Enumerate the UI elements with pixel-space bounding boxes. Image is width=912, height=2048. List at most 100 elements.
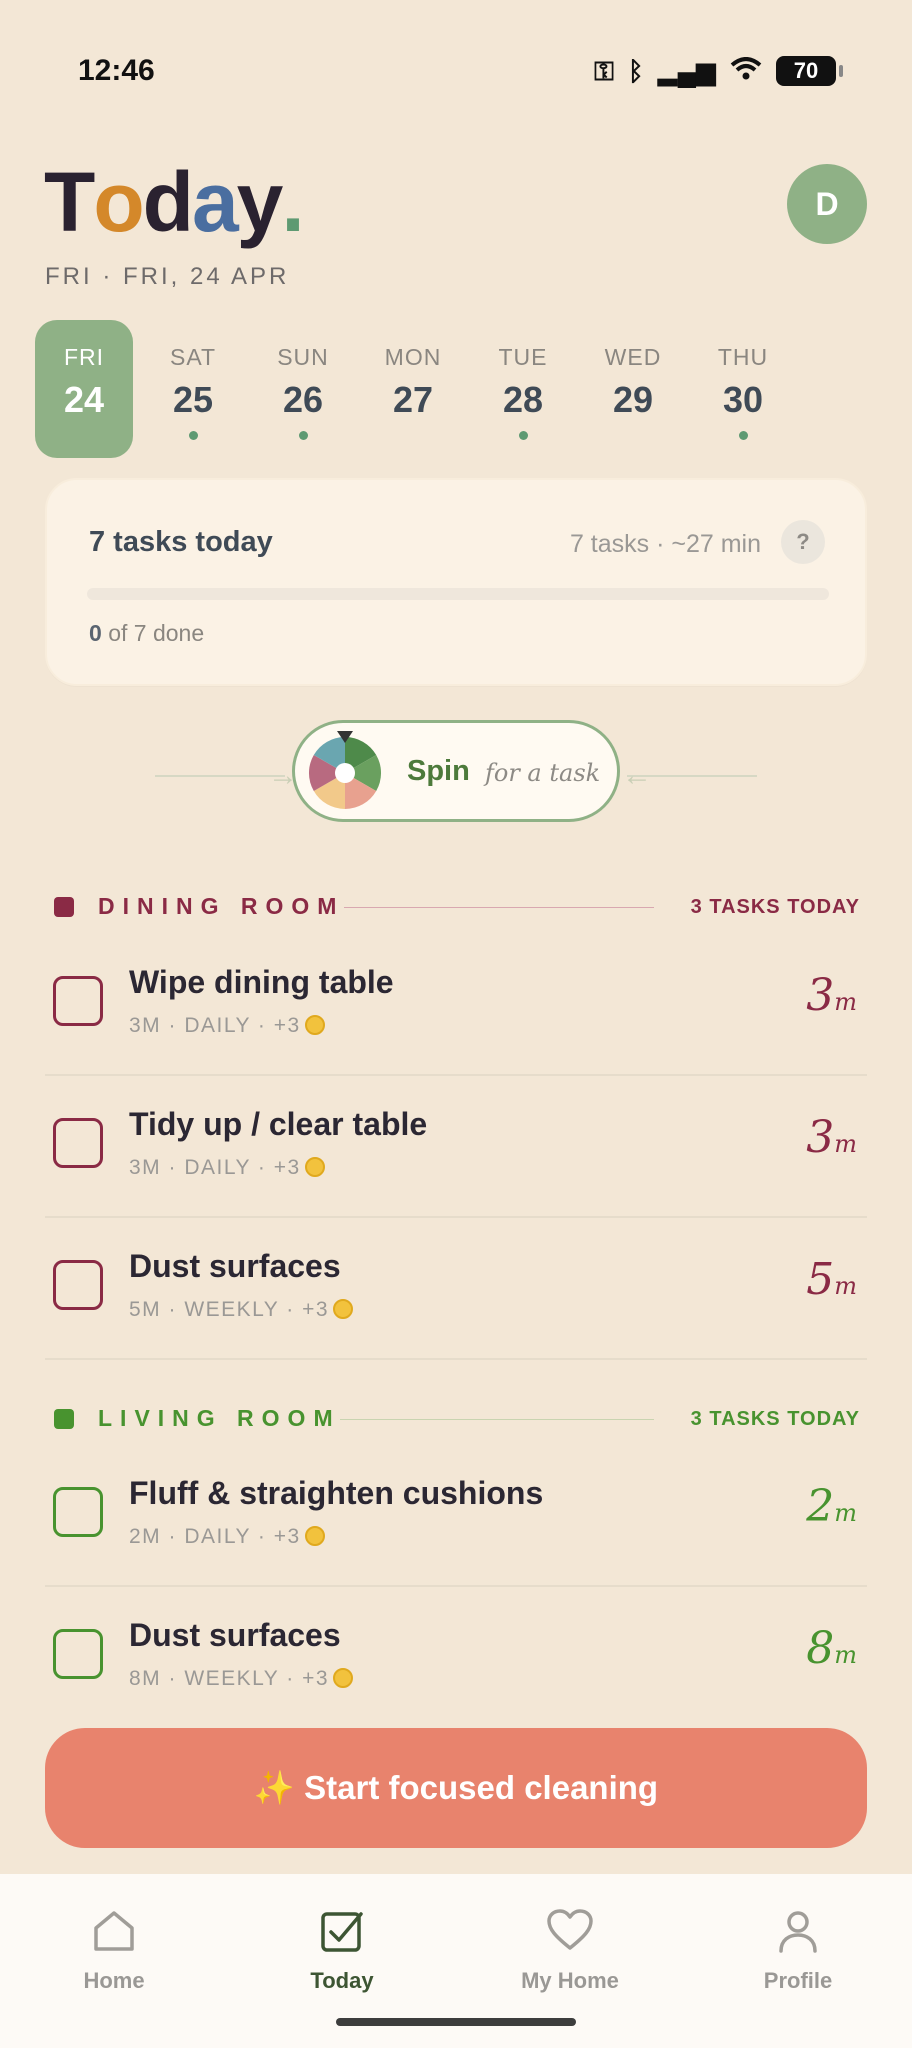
task-meta: 3M · DAILY · +3 [129,1014,325,1038]
task-duration: 8m [806,1623,857,1674]
section-count: 3 TASKS TODAY [690,1408,860,1430]
task-meta: 2M · DAILY · +3 [129,1525,325,1549]
bluetooth-icon: ᛒ [627,56,644,86]
task-checkbox[interactable] [53,1487,103,1537]
task-meta: 3M · DAILY · +3 [129,1156,325,1180]
task-meta: 5M · WEEKLY · +3 [129,1298,354,1322]
title-letter: . [281,155,304,249]
task-checkbox[interactable] [53,976,103,1026]
day-fri[interactable]: FRI 24 [35,320,133,458]
start-focused-cleaning-button[interactable]: ✨ Start focused cleaning [45,1728,867,1848]
arrow-left-icon: ← [622,759,652,792]
task-checkbox[interactable] [53,1118,103,1168]
summary-meta: 7 tasks · ~27 min [569,530,761,558]
coin-icon [304,1157,325,1177]
battery-icon: 70 [776,56,843,86]
task-row[interactable]: Tidy up / clear table 3M · DAILY · +3 3m [45,1076,867,1218]
coin-icon [304,1526,325,1546]
section-header-living-room: LIVING ROOM 3 TASKS TODAY [54,1405,860,1435]
task-row[interactable]: Wipe dining table 3M · DAILY · +3 3m [45,934,867,1076]
spin-line-left [155,775,285,777]
section-header-dining-room: DINING ROOM 3 TASKS TODAY [54,893,860,923]
day-name: SUN [277,344,329,370]
section-marker [54,1409,74,1429]
tab-label: Home [83,1968,145,1993]
tab-my-home[interactable]: My Home [470,1908,670,1994]
tab-label: Profile [763,1968,833,1993]
task-dot [298,431,308,440]
day-number: 24 [63,379,105,420]
day-number: 26 [282,379,324,420]
task-row[interactable]: Dust surfaces 5M · WEEKLY · +3 5m [45,1218,867,1360]
heart-icon [547,1909,593,1950]
coin-icon [333,1668,354,1688]
day-thu[interactable]: THU 30 [694,320,792,458]
task-row[interactable]: Fluff & straighten cushions 2M · DAILY ·… [45,1445,867,1587]
task-dot [738,431,748,440]
tab-label: Today [310,1968,374,1993]
spin-button[interactable]: Spin for a task [292,720,620,822]
task-name: Wipe dining table [129,964,394,1000]
day-mon[interactable]: MON 27 [364,320,462,458]
summary-title: 7 tasks today [89,526,273,558]
help-button[interactable]: ? [781,520,825,564]
spin-label: Spin [407,755,470,787]
tab-label: My Home [521,1968,619,1993]
task-checkbox[interactable] [53,1629,103,1679]
task-duration: 3m [806,1112,857,1163]
title-letter: T [44,155,95,249]
day-number: 29 [612,379,654,420]
progress-bar [87,588,829,600]
page-title: Today. [44,155,305,249]
title-letter: d [142,155,194,249]
task-name: Dust surfaces [129,1617,341,1653]
task-name: Fluff & straighten cushions [129,1475,544,1511]
summary-card: 7 tasks today 7 tasks · ~27 min ? 0 of 7… [45,478,867,686]
day-wed[interactable]: WED 29 [584,320,682,458]
task-duration: 2m [806,1481,857,1532]
day-sat[interactable]: SAT 25 [144,320,242,458]
signal-icon: ▂▄▆ [657,56,716,86]
key-icon: ⚿ [594,56,614,86]
task-name: Tidy up / clear table [129,1106,428,1142]
task-dot [188,431,198,440]
day-name: FRI [63,344,105,370]
task-name: Dust surfaces [129,1248,341,1284]
task-dot [518,431,528,440]
day-tue[interactable]: TUE 28 [474,320,572,458]
section-divider [340,1419,654,1420]
day-number: 30 [722,379,764,420]
tab-today[interactable]: Today [242,1908,442,1994]
coin-icon [333,1299,354,1319]
home-icon [94,1911,134,1951]
day-name: THU [717,344,769,370]
status-time: 12:46 [78,54,155,87]
status-icons: ⚿ ᛒ ▂▄▆ 70 [594,56,843,86]
tab-home[interactable]: Home [14,1908,214,1994]
checkbox-icon [321,1912,363,1952]
title-letter: y [236,155,284,249]
day-name: TUE [498,344,548,370]
user-icon [779,1911,817,1953]
day-number: 28 [502,379,544,420]
section-name: LIVING ROOM [98,1405,341,1431]
done-text: 0 of 7 done [89,620,205,646]
home-indicator [336,2018,576,2026]
task-checkbox[interactable] [53,1260,103,1310]
date-subtitle: FRI · FRI, 24 APR [45,263,290,290]
task-duration: 3m [806,970,857,1021]
section-count: 3 TASKS TODAY [690,896,860,918]
spin-sub: for a task [485,759,601,787]
task-meta: 8M · WEEKLY · +3 [129,1667,354,1691]
avatar[interactable]: D [787,164,867,244]
section-marker [54,897,74,917]
section-name: DINING ROOM [98,893,345,919]
status-bar: 12:46 ⚿ ᛒ ▂▄▆ 70 [0,0,912,140]
day-name: SAT [169,344,217,370]
day-sun[interactable]: SUN 26 [254,320,352,458]
spin-wheel-icon [308,731,382,809]
day-name: WED [604,344,662,370]
day-name: MON [384,344,442,370]
tab-profile[interactable]: Profile [698,1908,898,1994]
section-divider [344,907,654,908]
